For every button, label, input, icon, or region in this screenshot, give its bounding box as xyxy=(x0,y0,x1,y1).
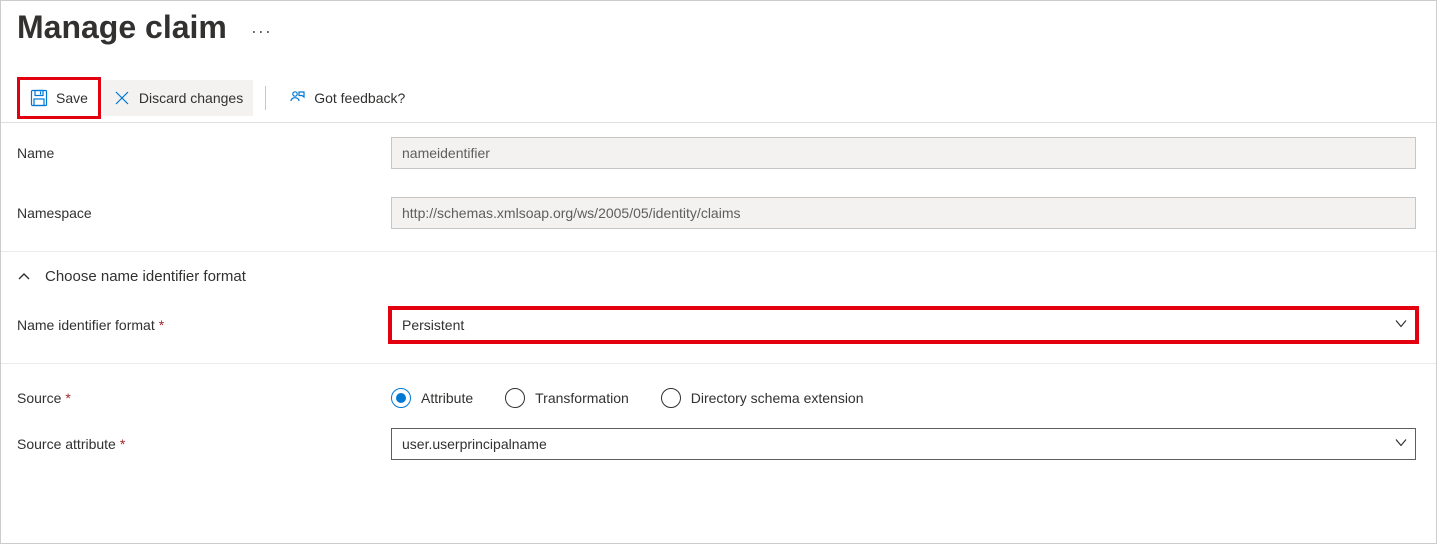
save-button[interactable]: Save xyxy=(20,80,98,116)
chevron-up-icon xyxy=(17,270,31,284)
section-header-label: Choose name identifier format xyxy=(45,268,246,285)
radio-label: Transformation xyxy=(535,390,629,406)
namespace-label: Namespace xyxy=(17,205,92,221)
discard-button-label: Discard changes xyxy=(139,90,243,106)
namespace-input xyxy=(391,197,1416,229)
source-radio-attribute[interactable]: Attribute xyxy=(391,388,473,408)
more-actions-button[interactable]: ··· xyxy=(251,21,272,42)
feedback-label: Got feedback? xyxy=(314,90,405,106)
chevron-down-icon xyxy=(1394,317,1408,334)
save-button-label: Save xyxy=(56,90,88,106)
name-input xyxy=(391,137,1416,169)
source-radio-transformation[interactable]: Transformation xyxy=(505,388,629,408)
name-id-format-dropdown[interactable]: Persistent xyxy=(391,309,1416,341)
page-title: Manage claim xyxy=(17,9,227,46)
source-attribute-value: user.userprincipalname xyxy=(402,436,547,452)
section-toggle[interactable]: Choose name identifier format xyxy=(1,252,1436,295)
source-radio-group: Attribute Transformation Directory schem… xyxy=(391,388,1416,408)
feedback-link[interactable]: Got feedback? xyxy=(278,83,415,113)
feedback-icon xyxy=(288,89,306,107)
discard-button[interactable]: Discard changes xyxy=(103,80,253,116)
required-marker: * xyxy=(65,390,70,406)
name-id-format-value: Persistent xyxy=(402,317,464,333)
chevron-down-icon xyxy=(1394,436,1408,453)
radio-label: Directory schema extension xyxy=(691,390,864,406)
name-id-format-label: Name identifier format xyxy=(17,317,155,333)
radio-icon xyxy=(505,388,525,408)
toolbar: Save Discard changes xyxy=(1,74,1436,123)
required-marker: * xyxy=(159,317,164,333)
radio-icon xyxy=(391,388,411,408)
close-icon xyxy=(113,89,131,107)
toolbar-divider xyxy=(265,86,266,110)
source-radio-directory[interactable]: Directory schema extension xyxy=(661,388,864,408)
source-label: Source xyxy=(17,390,61,406)
source-attribute-combobox[interactable]: user.userprincipalname xyxy=(391,428,1416,460)
radio-icon xyxy=(661,388,681,408)
radio-label: Attribute xyxy=(421,390,473,406)
source-attribute-label: Source attribute xyxy=(17,436,116,452)
save-icon xyxy=(30,89,48,107)
required-marker: * xyxy=(120,436,125,452)
name-label: Name xyxy=(17,145,54,161)
